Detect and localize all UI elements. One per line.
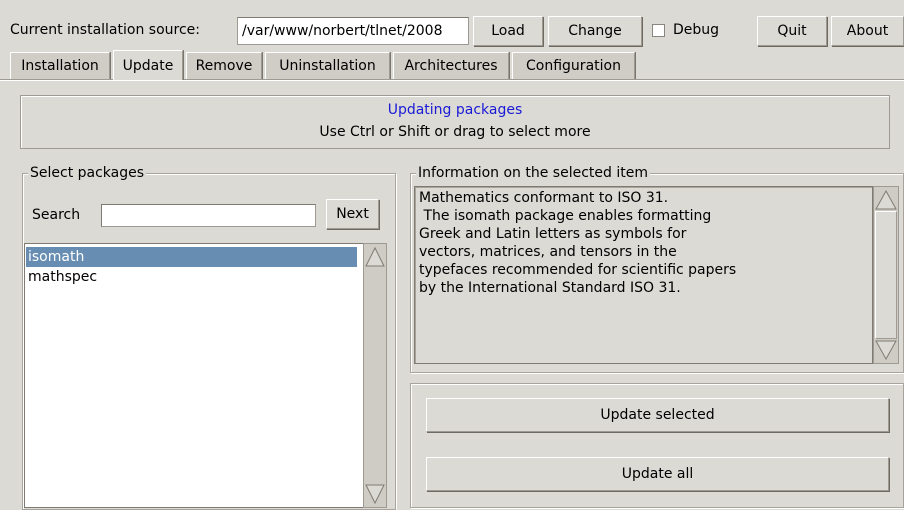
description-scrollbar[interactable] bbox=[873, 186, 899, 364]
search-input[interactable] bbox=[101, 204, 316, 227]
scroll-up-arrow-icon[interactable] bbox=[874, 188, 898, 212]
quit-button[interactable]: Quit bbox=[757, 16, 827, 46]
banner-title: Updating packages bbox=[387, 102, 523, 118]
scroll-down-arrow-icon[interactable] bbox=[364, 482, 386, 506]
tab-configuration[interactable]: Configuration bbox=[512, 52, 635, 79]
packages-list[interactable]: isomath mathspec bbox=[24, 243, 364, 508]
description-line: Greek and Latin letters as symbols for bbox=[419, 226, 687, 242]
tab-installation[interactable]: Installation bbox=[10, 52, 110, 79]
description-scroll-thumb[interactable] bbox=[875, 211, 897, 339]
select-packages-legend: Select packages bbox=[28, 164, 147, 182]
change-button[interactable]: Change bbox=[548, 16, 642, 46]
tab-uninstallation[interactable]: Uninstallation bbox=[265, 52, 390, 79]
debug-checkbox-box[interactable] bbox=[652, 23, 665, 37]
list-item-mathspec[interactable]: mathspec bbox=[26, 267, 357, 287]
packages-scrollbar[interactable] bbox=[363, 243, 387, 508]
installation-source-label: Current installation source: bbox=[10, 22, 200, 38]
update-selected-button[interactable]: Update selected bbox=[426, 398, 889, 432]
tab-update[interactable]: Update bbox=[113, 50, 183, 80]
item-description-text[interactable]: Mathematics conformant to ISO 31. The is… bbox=[414, 186, 873, 364]
description-line: vectors, matrices, and tensors in the bbox=[419, 244, 677, 260]
list-item-isomath[interactable]: isomath bbox=[26, 247, 357, 267]
scroll-down-arrow-icon[interactable] bbox=[874, 338, 898, 362]
item-information-legend: Information on the selected item bbox=[416, 164, 650, 182]
load-button[interactable]: Load bbox=[473, 16, 543, 46]
banner-subtitle: Use Ctrl or Shift or drag to select more bbox=[319, 124, 591, 140]
update-all-button[interactable]: Update all bbox=[426, 457, 889, 491]
scroll-up-arrow-icon[interactable] bbox=[364, 245, 386, 269]
about-button[interactable]: About bbox=[831, 16, 904, 46]
tab-architectures[interactable]: Architectures bbox=[393, 52, 509, 79]
debug-checkbox[interactable]: Debug bbox=[652, 15, 719, 45]
next-button[interactable]: Next bbox=[326, 199, 379, 229]
description-line: The isomath package enables formatting bbox=[419, 208, 712, 224]
description-line: typefaces recommended for scientific pap… bbox=[419, 262, 737, 278]
description-line: Mathematics conformant to ISO 31. bbox=[419, 190, 669, 206]
installation-source-field[interactable]: /var/www/norbert/tlnet/2008 bbox=[237, 17, 469, 45]
search-label: Search bbox=[32, 207, 81, 223]
tab-remove[interactable]: Remove bbox=[186, 52, 262, 79]
debug-checkbox-label: Debug bbox=[673, 22, 720, 38]
info-banner: Updating packages Use Ctrl or Shift or d… bbox=[20, 95, 890, 149]
description-line: by the International Standard ISO 31. bbox=[419, 280, 681, 296]
